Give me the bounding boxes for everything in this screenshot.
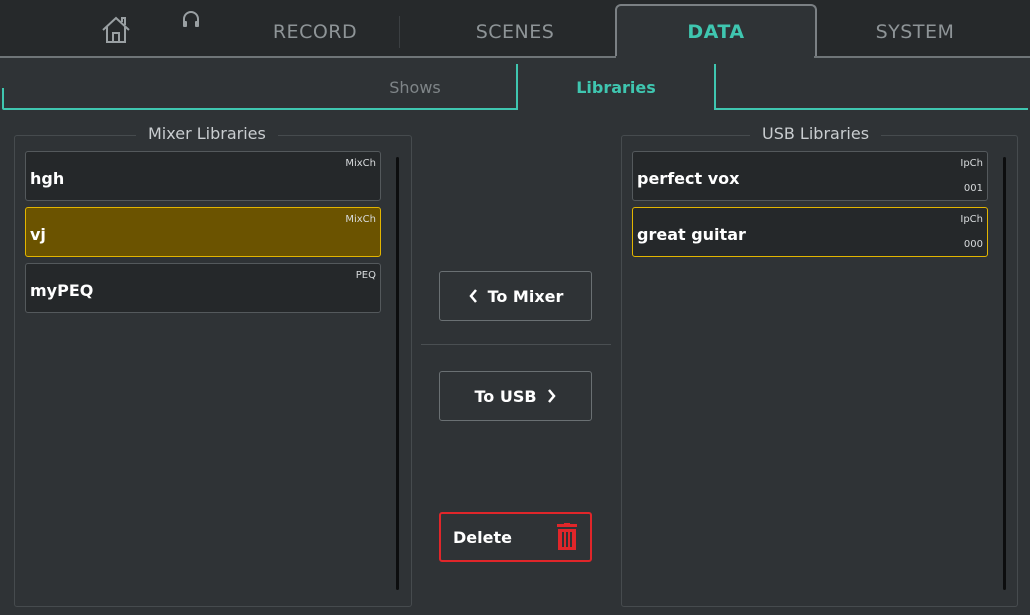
mixer-libraries-title: Mixer Libraries [136, 124, 278, 144]
chevron-right-icon [547, 389, 556, 403]
tab-data[interactable]: DATA [615, 4, 817, 58]
usb-library-item[interactable]: perfect vox IpCh 001 [632, 151, 988, 201]
to-mixer-button[interactable]: To Mixer [439, 271, 592, 321]
usb-libraries-scrollbar[interactable] [1003, 157, 1006, 590]
library-item-name: myPEQ [30, 281, 94, 300]
top-navigation: RECORD SCENES DATA SYSTEM [0, 0, 1030, 58]
subtab-libraries[interactable]: Libraries [516, 64, 716, 110]
tab-home[interactable] [60, 6, 230, 58]
mixer-libraries-scrollbar[interactable] [396, 157, 399, 590]
usb-libraries-panel [621, 135, 1018, 607]
library-item-number: 001 [963, 183, 983, 194]
library-item-type: IpCh [960, 158, 983, 169]
tab-record[interactable]: RECORD [230, 6, 400, 58]
trash-icon [557, 523, 577, 550]
delete-label: Delete [453, 527, 512, 547]
tab-data-label: DATA [687, 21, 745, 43]
top-tab-underline [0, 56, 1030, 58]
subtab-shows[interactable]: Shows [330, 64, 500, 110]
library-item-number: 000 [963, 239, 983, 250]
library-item-type: MixCh [345, 214, 376, 225]
subtab-underline-left [2, 88, 518, 110]
library-item-name: vj [30, 225, 46, 244]
home-icon[interactable] [100, 14, 132, 46]
to-mixer-label: To Mixer [487, 286, 564, 306]
to-usb-label: To USB [474, 386, 537, 406]
library-item-name: hgh [30, 169, 65, 188]
mixer-library-item[interactable]: hgh MixCh [25, 151, 381, 201]
library-item-type: IpCh [960, 214, 983, 225]
usb-library-item-selected[interactable]: great guitar IpCh 000 [632, 207, 988, 257]
mixer-libraries-panel [14, 135, 412, 607]
subtab-libraries-label: Libraries [576, 77, 656, 97]
chevron-left-icon [468, 289, 477, 303]
library-item-type: PEQ [355, 270, 376, 281]
tab-system-label: SYSTEM [875, 21, 955, 43]
mixer-library-item-selected[interactable]: vj MixCh [25, 207, 381, 257]
headphones-icon[interactable] [181, 10, 201, 30]
mixer-library-item[interactable]: myPEQ PEQ [25, 263, 381, 313]
to-usb-button[interactable]: To USB [439, 371, 592, 421]
tab-scenes[interactable]: SCENES [430, 6, 600, 58]
delete-button[interactable]: Delete [439, 512, 592, 562]
tab-scenes-label: SCENES [475, 21, 555, 43]
subtab-underline-right [714, 108, 1028, 110]
library-item-name: great guitar [637, 225, 746, 244]
actions-divider [421, 344, 611, 345]
subtab-shows-label: Shows [389, 77, 441, 97]
library-item-type: MixCh [345, 158, 376, 169]
tab-system[interactable]: SYSTEM [830, 6, 1000, 58]
tab-record-label: RECORD [272, 21, 358, 43]
usb-libraries-title: USB Libraries [750, 124, 882, 144]
library-item-name: perfect vox [637, 169, 740, 188]
